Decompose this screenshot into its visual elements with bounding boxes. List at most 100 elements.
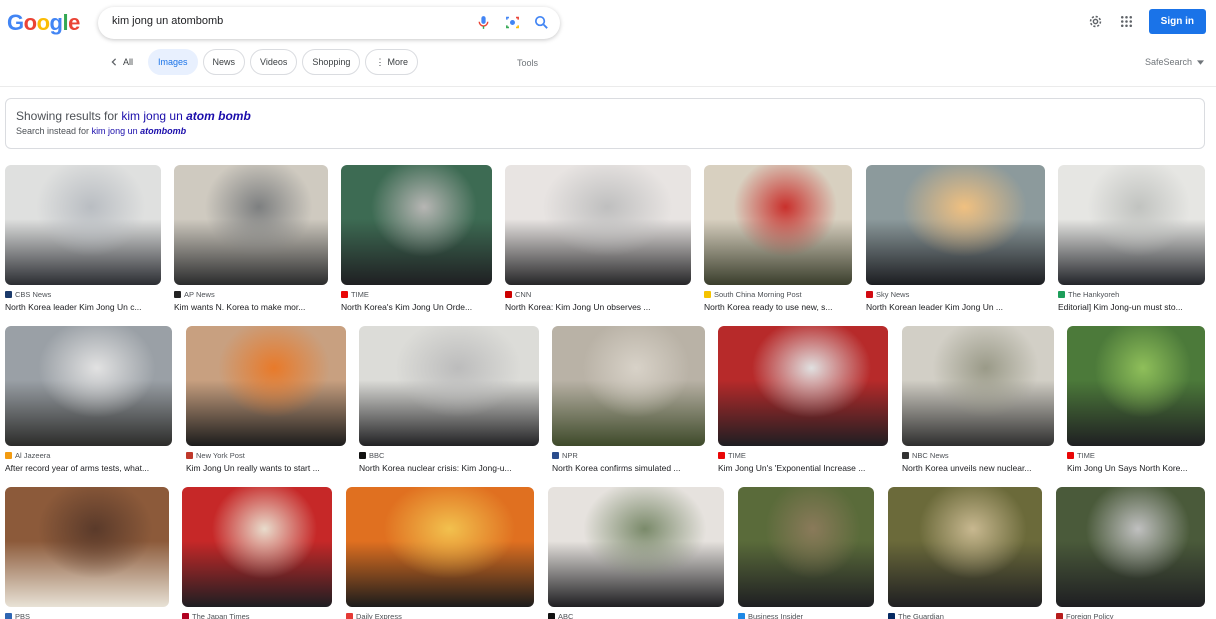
image-result-card[interactable]: The Hankyoreh Editorial] Kim Jong-un must… [1058,165,1205,312]
image-result-card[interactable]: Foreign Policy [1056,487,1205,619]
source-name: South China Morning Post [714,290,802,299]
image-result-card[interactable]: PBS [5,487,169,619]
result-source: NPR [552,451,705,460]
image-result-card[interactable]: BBC North Korea nuclear crisis: Kim Jong-… [359,326,539,473]
apps-grid-icon[interactable] [1118,13,1135,30]
result-source: TIME [1067,451,1205,460]
source-name: AP News [184,290,215,299]
result-title[interactable]: Editorial] Kim Jong-un must sto... [1058,302,1205,312]
image-thumbnail[interactable] [902,326,1054,446]
image-result-card[interactable]: New York Post Kim Jong Un really wants to… [186,326,346,473]
result-title[interactable]: North Korean leader Kim Jong Un ... [866,302,1045,312]
image-thumbnail[interactable] [359,326,539,446]
result-title[interactable]: Kim Jong Un Says North Kore... [1067,463,1205,473]
source-name: Daily Express [356,612,402,619]
image-thumbnail[interactable] [5,487,169,607]
image-result-card[interactable]: The Japan Times [182,487,332,619]
image-result-card[interactable]: TIME North Korea's Kim Jong Un Orde... [341,165,492,312]
image-thumbnail[interactable] [174,165,328,285]
caret-down-icon [1197,59,1204,65]
image-result-card[interactable]: TIME Kim Jong Un Says North Kore... [1067,326,1205,473]
source-name: BBC [369,451,385,460]
image-thumbnail[interactable] [552,326,705,446]
image-result-card[interactable]: Sky News North Korean leader Kim Jong Un … [866,165,1045,312]
image-thumbnail[interactable] [1058,165,1205,285]
source-favicon-icon [346,613,353,619]
search-tabs: All Images News Videos Shopping ⋮ More [100,49,418,75]
image-thumbnail[interactable] [866,165,1045,285]
result-title[interactable]: North Korea unveils new nuclear... [902,463,1054,473]
result-title[interactable]: Kim Jong Un really wants to start ... [186,463,346,473]
source-favicon-icon [704,291,711,298]
tools-button[interactable]: Tools [517,58,538,68]
source-favicon-icon [341,291,348,298]
tab-videos[interactable]: Videos [250,49,298,75]
source-name: CNN [515,290,532,299]
image-thumbnail[interactable] [548,487,724,607]
result-source: The Hankyoreh [1058,290,1205,299]
result-title[interactable]: North Korea's Kim Jong Un Orde... [341,302,492,312]
image-result-card[interactable]: Business Insider [738,487,874,619]
result-title[interactable]: North Korea: Kim Jong Un observes ... [505,302,691,312]
camera-lens-icon[interactable] [504,14,521,31]
source-favicon-icon [902,452,909,459]
image-thumbnail[interactable] [341,165,492,285]
image-thumbnail[interactable] [186,326,346,446]
image-thumbnail[interactable] [5,326,172,446]
image-result-card[interactable]: AP News Kim wants N. Korea to make mor... [174,165,328,312]
result-title[interactable]: After record year of arms tests, what... [5,463,172,473]
image-thumbnail[interactable] [704,165,852,285]
source-name: New York Post [196,451,245,460]
tab-more[interactable]: ⋮ More [365,49,418,75]
tab-images[interactable]: Images [148,49,198,75]
sign-in-button[interactable]: Sign in [1148,9,1206,34]
source-name: Foreign Policy [1066,612,1114,619]
gear-icon[interactable] [1087,13,1104,30]
result-title[interactable]: Kim Jong Un's 'Exponential Increase ... [718,463,888,473]
image-result-card[interactable]: ABC [548,487,724,619]
image-thumbnail[interactable] [182,487,332,607]
result-title[interactable]: Kim wants N. Korea to make mor... [174,302,328,312]
tab-shopping[interactable]: Shopping [302,49,361,75]
corrected-query-link[interactable]: kim jong un atom bomb [121,109,250,123]
image-result-card[interactable]: CNN North Korea: Kim Jong Un observes ... [505,165,691,312]
source-name: TIME [1077,451,1095,460]
image-result-card[interactable]: NPR North Korea confirms simulated ... [552,326,705,473]
header-divider [0,86,1216,87]
result-title[interactable]: North Korea ready to use new, s... [704,302,852,312]
image-result-card[interactable]: TIME Kim Jong Un's 'Exponential Increase … [718,326,888,473]
result-title[interactable]: North Korea nuclear crisis: Kim Jong-u..… [359,463,539,473]
source-favicon-icon [1056,613,1063,619]
microphone-icon[interactable] [475,14,492,31]
search-input[interactable] [112,15,452,27]
result-title[interactable]: North Korea leader Kim Jong Un c... [5,302,161,312]
tab-news[interactable]: News [202,49,246,75]
image-result-card[interactable]: The Guardian [888,487,1042,619]
image-result-card[interactable]: Daily Express [346,487,534,619]
spelling-correction-card: Showing results for kim jong un atom bom… [5,98,1205,149]
safesearch-menu[interactable]: SafeSearch [1145,57,1204,67]
result-source: ABC [548,612,724,619]
image-thumbnail[interactable] [1067,326,1205,446]
result-title[interactable]: North Korea confirms simulated ... [552,463,705,473]
source-favicon-icon [888,613,895,619]
result-source: CNN [505,290,691,299]
image-result-card[interactable]: NBC News North Korea unveils new nuclear.… [902,326,1054,473]
image-thumbnail[interactable] [738,487,874,607]
image-thumbnail[interactable] [5,165,161,285]
more-dots-icon: ⋮ [375,56,385,67]
google-logo[interactable]: Google [7,10,80,36]
result-source: New York Post [186,451,346,460]
result-source: The Japan Times [182,612,332,619]
image-thumbnail[interactable] [888,487,1042,607]
image-thumbnail[interactable] [505,165,691,285]
image-result-card[interactable]: South China Morning Post North Korea read… [704,165,852,312]
image-thumbnail[interactable] [1056,487,1205,607]
tab-all[interactable]: All [100,49,143,75]
original-query-link[interactable]: kim jong un atombomb [92,126,187,136]
image-result-card[interactable]: Al Jazeera After record year of arms test… [5,326,172,473]
search-icon[interactable] [533,14,550,31]
image-result-card[interactable]: CBS News North Korea leader Kim Jong Un c… [5,165,161,312]
image-thumbnail[interactable] [718,326,888,446]
image-thumbnail[interactable] [346,487,534,607]
